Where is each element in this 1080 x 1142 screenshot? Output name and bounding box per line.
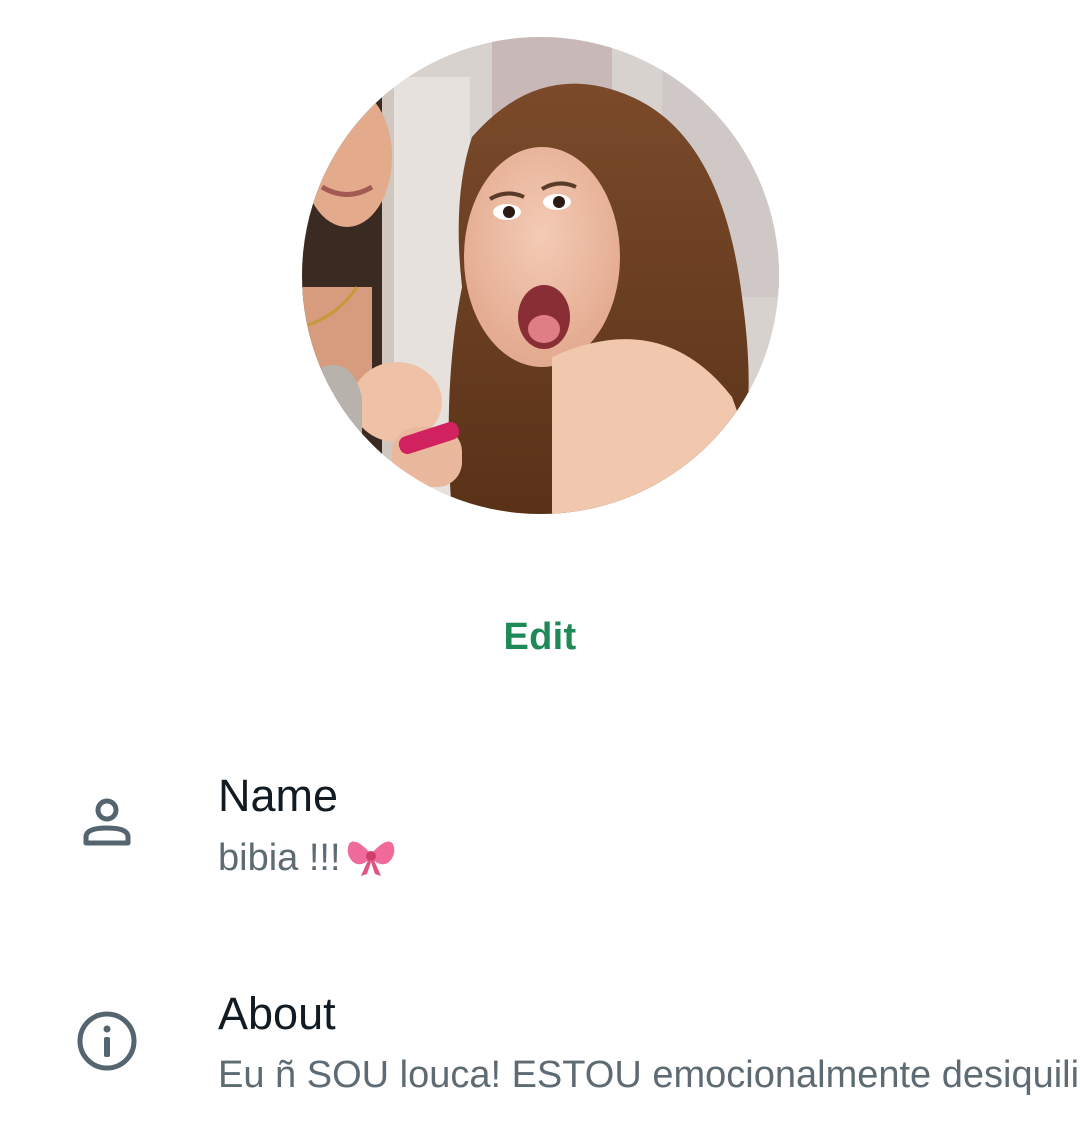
profile-photo-image [302,37,779,514]
name-value: bibia !!! [218,837,341,879]
info-icon [74,1008,140,1074]
name-label: Name [218,770,339,821]
name-value-row[interactable]: bibia !!! [218,836,1080,886]
profile-photo[interactable] [302,37,779,514]
about-value[interactable]: Eu ñ SOU louca! ESTOU emocionalmente des… [218,1054,1080,1097]
ribbon-bow-icon [347,836,395,886]
person-icon [74,792,140,858]
about-label: About [218,988,336,1039]
edit-photo-button[interactable]: Edit [0,616,1080,659]
